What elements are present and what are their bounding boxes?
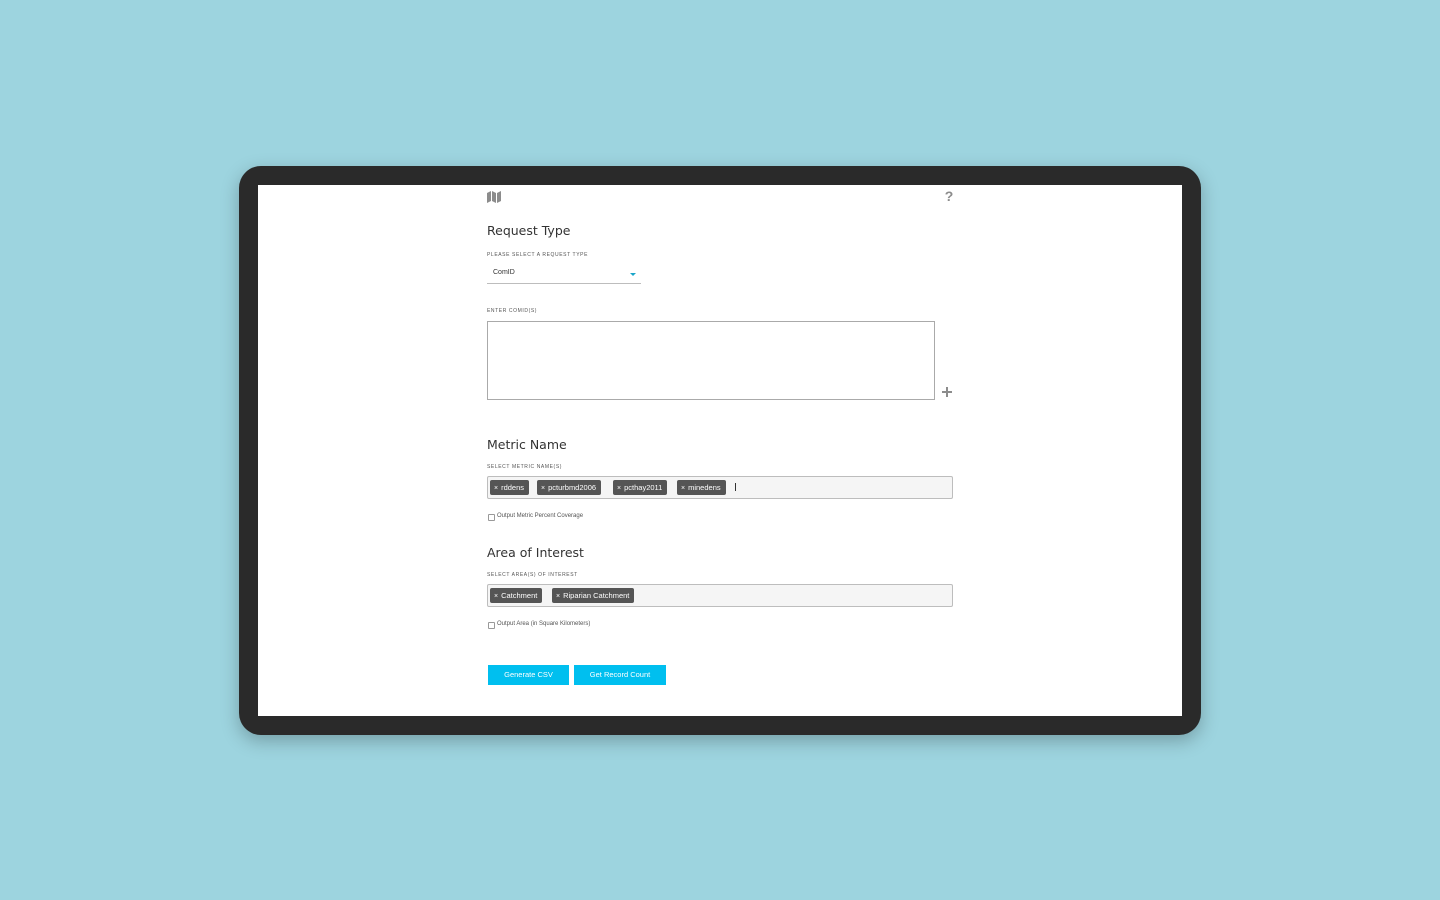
remove-tag-icon[interactable]: × [494,485,498,492]
plus-icon[interactable] [942,387,952,397]
area-of-interest-select-label: SELECT AREA(S) OF INTEREST [487,572,578,578]
metric-tag-label: minedens [688,483,721,492]
map-icon[interactable] [487,191,501,203]
metric-tag: × pcthay2011 [613,480,668,495]
comid-input-label: ENTER COMID(S) [487,308,538,314]
output-area-checkbox[interactable] [488,622,495,629]
remove-tag-icon[interactable]: × [556,593,560,600]
area-tag-label: Riparian Catchment [563,591,630,600]
area-tag: × Catchment [490,588,543,603]
area-tag-label: Catchment [501,591,538,600]
metric-tag: × rddens [490,480,530,495]
get-record-count-button[interactable]: Get Record Count [574,665,666,685]
remove-tag-icon[interactable]: × [617,485,621,492]
area-tag: × Riparian Catchment [552,588,635,603]
help-icon[interactable]: ? [943,188,955,204]
area-of-interest-multiselect[interactable]: × Catchment × Riparian Catchment [487,584,953,607]
remove-tag-icon[interactable]: × [681,485,685,492]
metric-name-multiselect[interactable]: × rddens × pcturbmd2006 × pcthay2011 × mined… [487,476,953,499]
metric-name-title: Metric Name [487,437,567,452]
text-cursor [735,483,736,491]
comid-textarea[interactable] [487,321,935,400]
generate-csv-button[interactable]: Generate CSV [488,665,569,685]
remove-tag-icon[interactable]: × [541,485,545,492]
metric-percent-coverage-checkbox[interactable] [488,514,495,521]
remove-tag-icon[interactable]: × [494,593,498,600]
request-type-selected-value: ComID [493,269,515,276]
output-area-label: Output Area (in Square Kilometers) [497,621,591,627]
metric-tag-label: rddens [501,483,525,492]
app-screen: ? Request Type PLEASE SELECT A REQUEST T… [258,185,1182,716]
metric-tag: × pcturbmd2006 [537,480,602,495]
area-of-interest-title: Area of Interest [487,545,584,560]
metric-tag-label: pcthay2011 [624,483,663,492]
device-frame: ? Request Type PLEASE SELECT A REQUEST T… [239,166,1201,735]
metric-name-select-label: SELECT METRIC NAME(S) [487,464,563,470]
chevron-down-icon [630,273,636,276]
metric-percent-coverage-label: Output Metric Percent Coverage [497,513,584,519]
request-type-title: Request Type [487,223,571,238]
metric-tag: × minedens [677,480,726,495]
request-type-select-label: PLEASE SELECT A REQUEST TYPE [487,252,589,258]
metric-tag-label: pcturbmd2006 [548,483,597,492]
request-type-select[interactable]: ComID [487,265,641,284]
